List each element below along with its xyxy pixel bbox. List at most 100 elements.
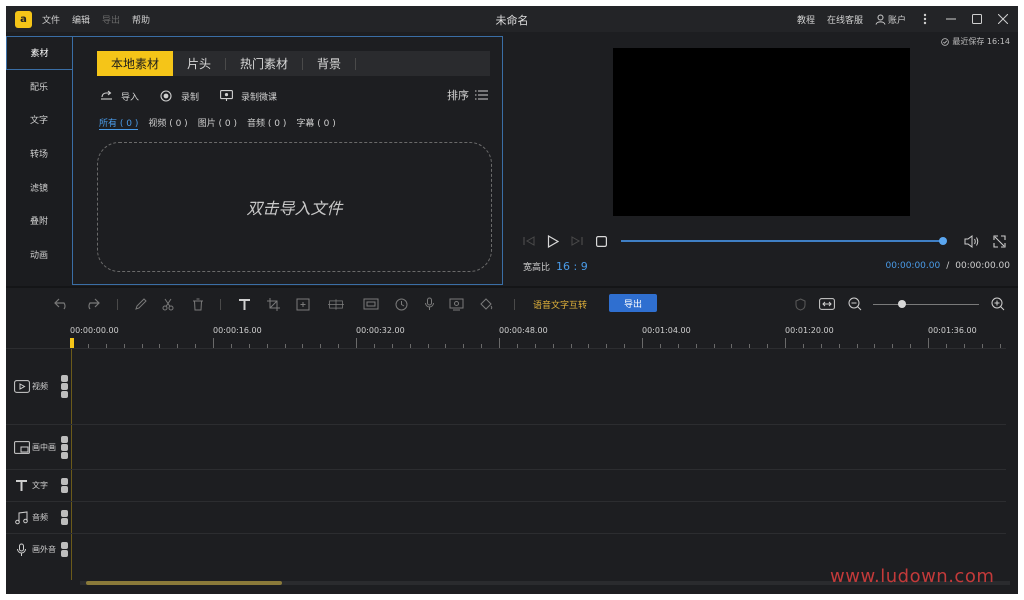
tab-divider bbox=[355, 57, 357, 70]
fit-timeline-icon[interactable] bbox=[819, 296, 835, 312]
lock-icon[interactable] bbox=[61, 518, 68, 525]
zoom-out-icon[interactable] bbox=[847, 296, 863, 312]
text-tool-icon[interactable] bbox=[236, 296, 252, 312]
timeline-ruler[interactable]: 00:00:00.00 00:00:16.00 00:00:32.00 00:0… bbox=[70, 322, 1008, 348]
fullscreen-icon[interactable] bbox=[991, 234, 1007, 248]
import-button[interactable]: 导入 bbox=[99, 89, 139, 103]
lock-icon[interactable] bbox=[61, 478, 68, 485]
lock-icon[interactable] bbox=[61, 383, 68, 390]
voiceover-track-lane[interactable] bbox=[70, 533, 1006, 565]
crop-icon[interactable] bbox=[265, 296, 281, 312]
tab-background[interactable]: 背景 bbox=[303, 51, 355, 76]
text-track-lane[interactable] bbox=[70, 469, 1006, 501]
redo-icon[interactable] bbox=[84, 296, 100, 312]
delete-icon[interactable] bbox=[190, 296, 206, 312]
menu-file[interactable]: 文件 bbox=[42, 13, 60, 26]
sidebar-item-filter[interactable]: 滤镜 bbox=[6, 170, 72, 204]
playback-progress[interactable] bbox=[621, 237, 947, 245]
tab-hot-media[interactable]: 热门素材 bbox=[226, 51, 302, 76]
audio-track-lane[interactable] bbox=[70, 501, 1006, 533]
pip-track-lane[interactable] bbox=[70, 424, 1006, 469]
record-lecture-button[interactable]: 录制微课 bbox=[219, 89, 277, 103]
tab-intro[interactable]: 片头 bbox=[173, 51, 225, 76]
menu-help[interactable]: 帮助 bbox=[132, 13, 150, 26]
track-header-voiceover: 画外音 bbox=[6, 533, 70, 565]
filter-audio[interactable]: 音频 ( 0 ) bbox=[247, 116, 286, 130]
screen-capture-icon[interactable] bbox=[448, 296, 464, 312]
autosave-text: 最近保存 16:14 bbox=[952, 37, 1010, 46]
maximize-icon[interactable] bbox=[970, 12, 984, 26]
aspect-ratio[interactable]: 宽高比 16 : 9 bbox=[523, 260, 588, 273]
tutorial-link[interactable]: 教程 bbox=[797, 13, 815, 26]
title-bar: a 文件 编辑 导出 帮助 未命名 教程 在线客服 账户 bbox=[6, 6, 1018, 32]
sidebar-item-overlay[interactable]: 叠附 bbox=[6, 204, 72, 238]
freeze-frame-icon[interactable] bbox=[363, 296, 379, 312]
pencil-icon[interactable] bbox=[133, 296, 149, 312]
track-label: 画外音 bbox=[32, 545, 56, 554]
lock-icon[interactable] bbox=[61, 443, 68, 451]
zoom-slider-track[interactable] bbox=[873, 304, 979, 305]
play-icon[interactable] bbox=[545, 234, 561, 248]
account-button[interactable]: 账户 bbox=[875, 13, 906, 26]
sort-button[interactable]: 排序 bbox=[447, 87, 488, 103]
toolbar-divider bbox=[117, 299, 118, 310]
import-icon bbox=[99, 89, 113, 103]
filter-subtitle[interactable]: 字幕 ( 0 ) bbox=[296, 116, 335, 130]
watermark: www.ludown.com bbox=[830, 566, 995, 587]
pip-track-icon bbox=[13, 440, 30, 454]
playhead-handle[interactable] bbox=[70, 338, 74, 348]
track-header-pip: 画中画 bbox=[6, 424, 70, 469]
speaker-icon[interactable] bbox=[61, 542, 68, 549]
sidebar-item-transition[interactable]: 转场 bbox=[6, 137, 72, 171]
speaker-icon[interactable] bbox=[61, 435, 68, 443]
speaker-icon[interactable] bbox=[61, 510, 68, 517]
sidebar-item-text[interactable]: 文字 bbox=[6, 103, 72, 137]
scissors-icon[interactable] bbox=[160, 296, 176, 312]
support-link[interactable]: 在线客服 bbox=[827, 13, 863, 26]
record-button[interactable]: 录制 bbox=[159, 89, 199, 103]
minimize-icon[interactable] bbox=[944, 12, 958, 26]
menu-edit[interactable]: 编辑 bbox=[72, 13, 90, 26]
speech-to-text-button[interactable]: 语音文字互转 bbox=[533, 298, 587, 311]
prev-frame-icon[interactable] bbox=[521, 234, 537, 248]
export-button[interactable]: 导出 bbox=[609, 294, 657, 312]
eye-icon[interactable] bbox=[61, 486, 68, 493]
more-icon[interactable] bbox=[918, 12, 932, 26]
sidebar-item-media[interactable]: 素材 bbox=[6, 36, 72, 70]
tab-local-media[interactable]: 本地素材 bbox=[97, 51, 174, 76]
shield-icon[interactable] bbox=[792, 296, 808, 312]
video-track-lane[interactable] bbox=[70, 348, 1006, 424]
track-controls bbox=[61, 478, 68, 493]
ruler-label: 00:00:48.00 bbox=[499, 326, 548, 335]
app-window: a 文件 编辑 导出 帮助 未命名 教程 在线客服 账户 素材 配乐 文字 转场… bbox=[6, 6, 1018, 594]
list-sort-icon bbox=[475, 90, 488, 100]
player-controls bbox=[521, 234, 1011, 248]
next-frame-icon[interactable] bbox=[569, 234, 585, 248]
track-label: 文字 bbox=[32, 481, 48, 490]
mosaic-icon[interactable] bbox=[295, 296, 311, 312]
speaker-icon[interactable] bbox=[61, 375, 68, 382]
stop-icon[interactable] bbox=[593, 234, 609, 248]
volume-icon[interactable] bbox=[964, 234, 980, 248]
split-screen-icon[interactable] bbox=[328, 296, 344, 312]
microphone-icon[interactable] bbox=[421, 296, 437, 312]
eye-icon[interactable] bbox=[61, 451, 68, 459]
close-icon[interactable] bbox=[996, 12, 1010, 26]
import-dropzone[interactable]: 双击导入文件 bbox=[97, 142, 492, 272]
filter-image[interactable]: 图片 ( 0 ) bbox=[198, 116, 237, 130]
progress-knob[interactable] bbox=[939, 237, 947, 245]
eye-icon[interactable] bbox=[61, 391, 68, 398]
lock-icon[interactable] bbox=[61, 550, 68, 557]
filter-all[interactable]: 所有 ( 0 ) bbox=[99, 116, 139, 130]
zoom-slider-knob[interactable] bbox=[897, 300, 906, 308]
zoom-in-icon[interactable] bbox=[990, 296, 1006, 312]
undo-icon[interactable] bbox=[54, 296, 70, 312]
dropzone-text: 双击导入文件 bbox=[246, 199, 343, 218]
clock-icon[interactable] bbox=[393, 296, 409, 312]
filter-video[interactable]: 视频 ( 0 ) bbox=[148, 116, 187, 130]
paint-bucket-icon[interactable] bbox=[478, 296, 494, 312]
sidebar-item-animation[interactable]: 动画 bbox=[6, 238, 72, 272]
track-label: 视频 bbox=[32, 382, 48, 391]
timeline-scroll-thumb[interactable] bbox=[86, 581, 282, 585]
sidebar-item-music[interactable]: 配乐 bbox=[6, 70, 72, 104]
